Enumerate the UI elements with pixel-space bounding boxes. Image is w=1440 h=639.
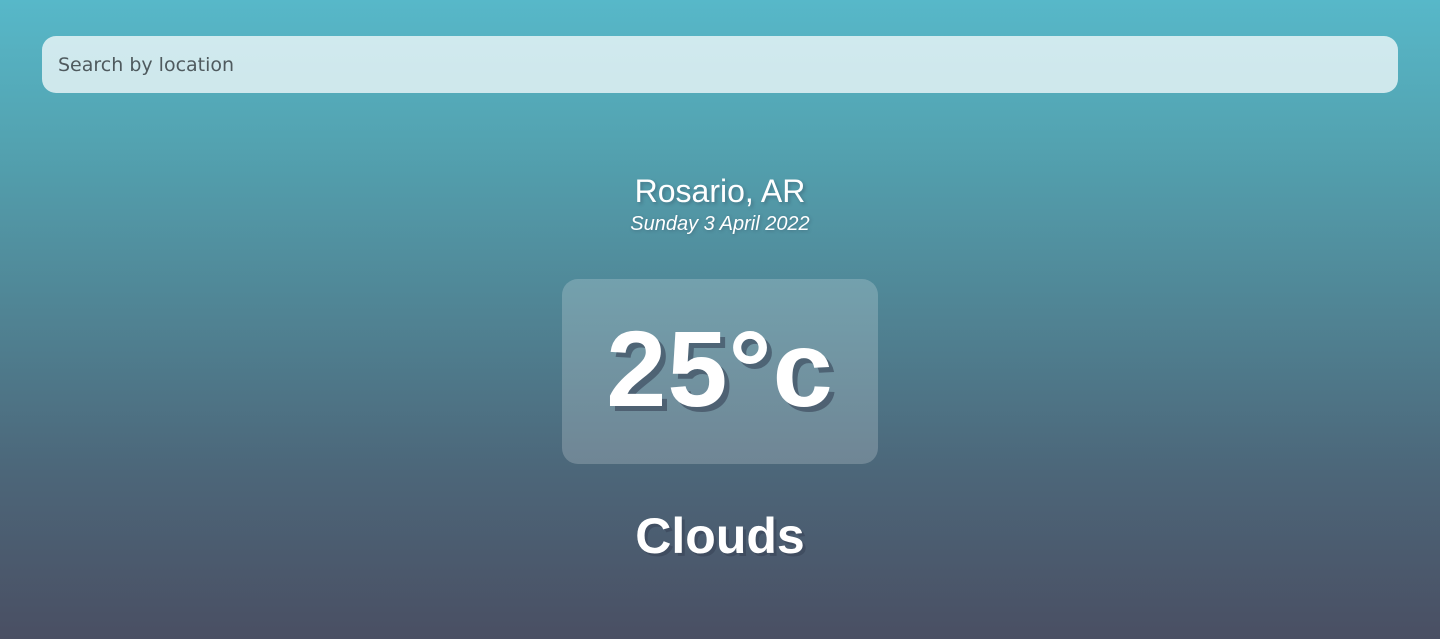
search-input[interactable]: [42, 36, 1398, 93]
location-block: Rosario, AR Sunday 3 April 2022: [0, 170, 1440, 236]
weather-description: Clouds: [635, 508, 805, 564]
location-name: Rosario, AR: [634, 173, 806, 209]
location-date: Sunday 3 April 2022: [630, 213, 810, 235]
temperature-box: 25°c: [562, 279, 878, 464]
search-bar: [42, 36, 1398, 93]
temperature-value: 25°c: [606, 307, 834, 429]
